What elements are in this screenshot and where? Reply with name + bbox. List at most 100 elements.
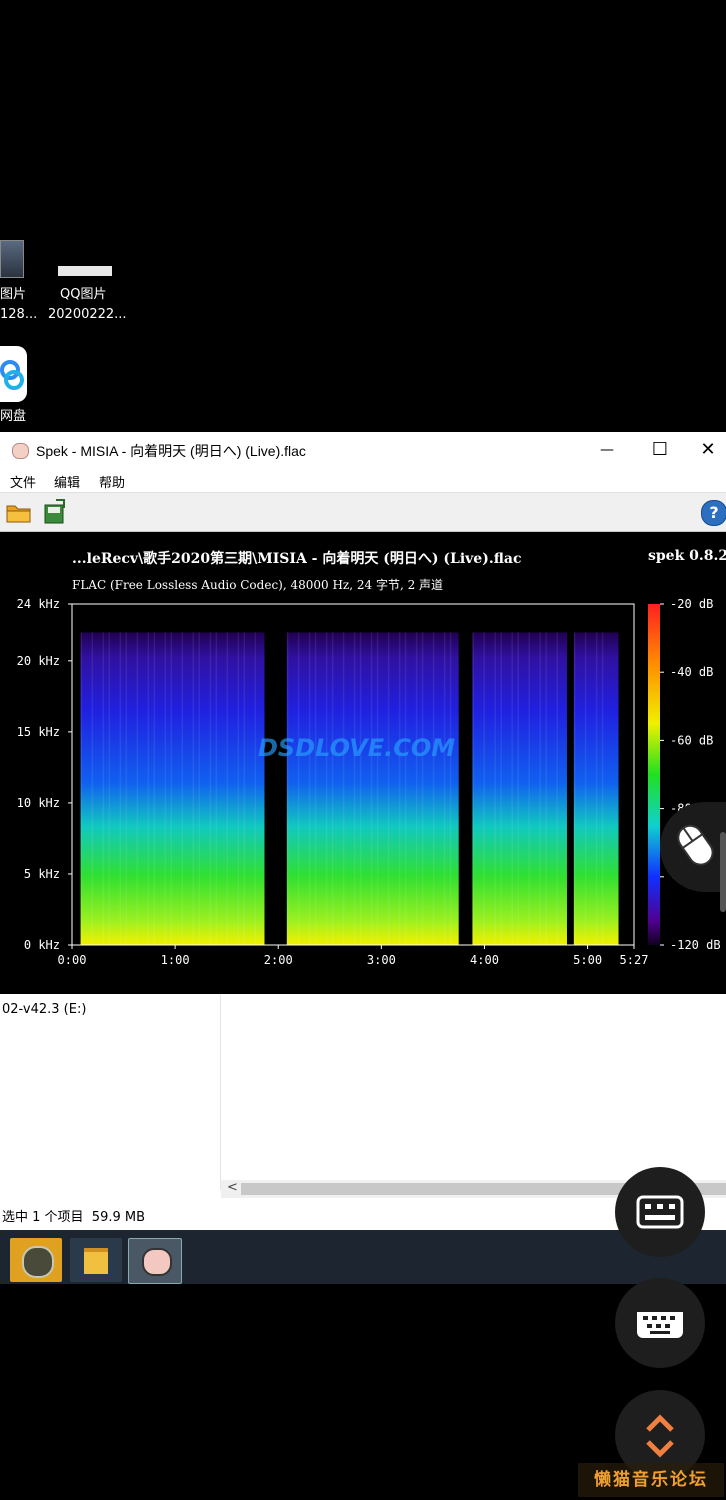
qq-image-thumbnail-icon	[58, 266, 112, 276]
save-export-icon[interactable]	[42, 499, 68, 525]
help-icon[interactable]: ?	[701, 500, 726, 526]
pane-divider	[220, 994, 221, 1190]
spectrogram-texture-line	[108, 632, 111, 945]
desktop-icon-image[interactable]	[0, 240, 26, 280]
open-folder-icon[interactable]	[6, 501, 32, 523]
window-title: Spek - MISIA - 向着明天 (明日へ) (Live).flac	[36, 443, 306, 459]
netdisk-cloud-icon	[0, 346, 27, 402]
x-tick-label: 5:27	[620, 953, 649, 967]
spectrogram-texture-line	[370, 632, 373, 945]
spectrogram-texture-line	[415, 632, 418, 945]
spectrogram-texture-line	[325, 632, 328, 945]
spectrogram-texture-line	[432, 632, 435, 945]
spectrogram-texture-line	[192, 632, 195, 945]
spectrogram-texture-line	[494, 632, 496, 945]
spectrogram-texture-line	[539, 632, 541, 945]
spectrogram-texture-line	[376, 632, 379, 945]
desktop-icon-image-sublabel: 128...	[0, 307, 38, 322]
y-tick-label: 20 kHz	[17, 654, 60, 668]
spectrogram-texture-line	[102, 632, 105, 945]
spectrogram-texture-line	[297, 632, 300, 945]
side-scroll-handle[interactable]	[720, 832, 726, 912]
keyboard-button[interactable]	[615, 1278, 705, 1368]
taskbar-spek[interactable]	[128, 1238, 182, 1284]
spectrogram-texture-line	[308, 632, 311, 945]
spectrogram-view: ...leRecv\歌手2020第三期\MISIA - 向着明天 (明日へ) (…	[0, 532, 726, 994]
spectrogram-texture-line	[500, 632, 502, 945]
menu-file[interactable]: 文件	[10, 472, 36, 491]
spectrogram-texture-line	[198, 632, 201, 945]
spectrogram-texture-line	[472, 632, 474, 945]
media-player-icon	[22, 1246, 54, 1278]
colorbar-tick-label: -60 dB	[670, 733, 713, 747]
desktop-icon-image-label: 图片	[0, 287, 27, 302]
y-tick-label: 15 kHz	[17, 725, 60, 739]
y-tick-label: 5 kHz	[24, 867, 60, 881]
mouse-icon	[677, 824, 714, 866]
colorbar	[648, 604, 660, 945]
spectrogram-texture-line	[80, 632, 83, 945]
spectrogram-texture-line	[359, 632, 362, 945]
menu-help[interactable]: 帮助	[99, 472, 125, 491]
forum-logo: 懒猫音乐论坛	[578, 1463, 724, 1497]
spectrogram-texture-line	[449, 632, 452, 945]
spectrogram-segment-0	[80, 632, 265, 945]
spectrogram-texture-line	[601, 632, 604, 945]
minimize-button[interactable]: —	[584, 436, 630, 464]
spek-pig-icon	[142, 1248, 172, 1276]
spectrogram-texture-line	[136, 632, 139, 945]
status-bar: 选中 1 个项目 59.9 MB	[2, 1210, 146, 1225]
taskbar-file-explorer[interactable]	[70, 1238, 122, 1282]
keyboard-layout-button[interactable]	[615, 1167, 705, 1257]
spectrogram-texture-line	[545, 632, 547, 945]
spek-app-icon	[12, 443, 29, 459]
spectrogram-texture-line	[153, 632, 156, 945]
spectrogram-texture-line	[147, 632, 150, 945]
x-tick-label: 1:00	[161, 953, 190, 967]
spectrogram-texture-line	[237, 632, 240, 945]
spectrogram-texture-line	[556, 632, 558, 945]
spectrogram-texture-line	[342, 632, 345, 945]
y-tick-label: 0 kHz	[24, 938, 60, 952]
folder-icon	[84, 1248, 108, 1274]
scroll-left-arrow[interactable]: <	[227, 1180, 238, 1195]
menu-edit[interactable]: 编辑	[54, 472, 80, 491]
x-tick-label: 5:00	[573, 953, 602, 967]
spectrogram-texture-line	[314, 632, 317, 945]
y-tick-label: 10 kHz	[17, 796, 60, 810]
spectrogram-texture-line	[353, 632, 356, 945]
desktop-icon-netdisk-label: 网盘	[0, 409, 27, 424]
toolbar: ?	[0, 493, 726, 532]
y-tick-label: 24 kHz	[17, 597, 60, 611]
maximize-button[interactable]: ☐	[637, 436, 683, 464]
taskbar-start-app[interactable]	[10, 1238, 62, 1282]
spectrogram-texture-line	[254, 632, 257, 945]
spectrogram-texture-line	[164, 632, 167, 945]
desktop-icon-qq-image[interactable]	[58, 266, 112, 278]
spectrogram-texture-line	[209, 632, 212, 945]
spectrogram-texture-line	[398, 632, 401, 945]
spectrogram-texture-line	[181, 632, 184, 945]
spectrogram-texture-line	[443, 632, 446, 945]
spectrogram-texture-line	[421, 632, 424, 945]
x-tick-label: 4:00	[470, 953, 499, 967]
spectrogram-texture-line	[91, 632, 94, 945]
spectrogram-texture-line	[119, 632, 122, 945]
menu-bar: 文件 编辑 帮助	[0, 468, 726, 493]
spectrogram-segment-2	[472, 632, 567, 945]
spectrogram-texture-line	[125, 632, 128, 945]
close-button[interactable]: ✕	[690, 436, 726, 464]
keyboard-panel-icon	[636, 1195, 684, 1229]
spectrogram-texture-line	[215, 632, 218, 945]
x-tick-label: 3:00	[367, 953, 396, 967]
spectrogram-texture-line	[584, 632, 587, 945]
title-bar[interactable]: Spek - MISIA - 向着明天 (明日へ) (Live).flac — …	[0, 432, 726, 468]
watermark: DSDLOVE.COM	[258, 734, 456, 762]
desktop-icon-netdisk[interactable]	[0, 346, 27, 404]
drive-label[interactable]: 02-v42.3 (E:)	[2, 1002, 86, 1017]
colorbar-tick-label: -120 dB	[670, 938, 721, 952]
spectrogram-texture-line	[483, 632, 485, 945]
spectrogram-texture-line	[170, 632, 173, 945]
x-tick-label: 2:00	[264, 953, 293, 967]
colorbar-tick-label: -20 dB	[670, 597, 713, 611]
